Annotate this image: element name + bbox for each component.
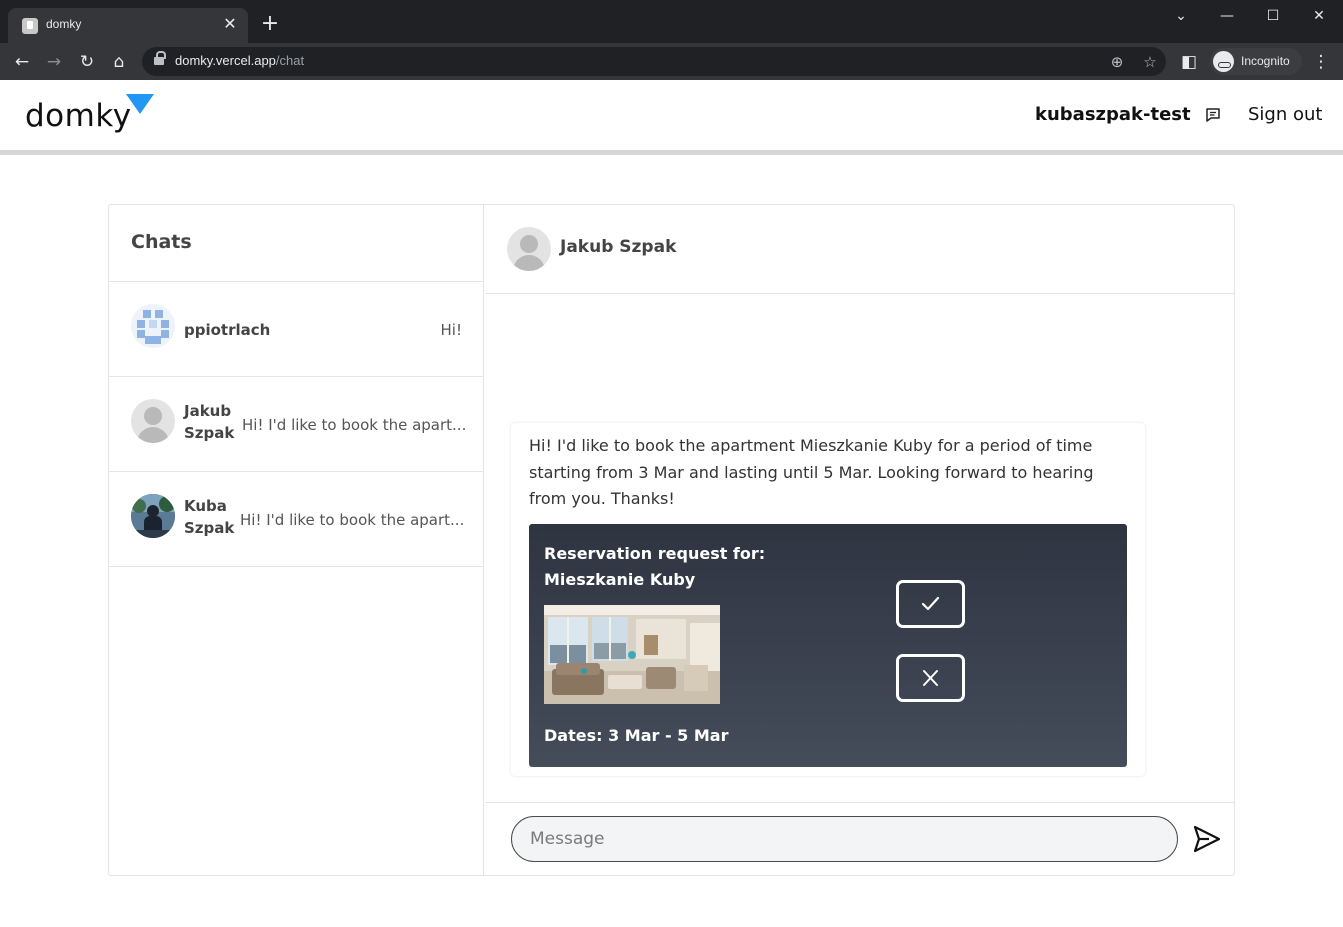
reservation-title: Reservation request for: Mieszkanie Kuby	[544, 541, 765, 593]
chat-item-ppiotrlach[interactable]: ppiotrlach Hi!	[109, 281, 484, 376]
chat-preview: Hi! I'd like to book the apart...	[240, 511, 465, 529]
message-bubble: Hi! I'd like to book the apartment Miesz…	[511, 423, 1145, 776]
zoom-icon[interactable]: ⊕	[1106, 51, 1128, 73]
browser-menu-icon[interactable]: ⋮	[1308, 49, 1334, 75]
reservation-apartment-name: Mieszkanie Kuby	[544, 570, 696, 589]
new-tab-icon[interactable]: +	[258, 12, 282, 36]
url-text: domky.vercel.app/chat	[175, 53, 305, 68]
chat-bubble-icon[interactable]	[1205, 107, 1221, 123]
bookmark-star-icon[interactable]: ☆	[1139, 51, 1161, 73]
chat-preview: Hi!	[440, 321, 462, 339]
window-close-icon[interactable]: ✕	[1296, 4, 1342, 28]
checkmark-icon	[921, 596, 940, 611]
header-divider	[0, 150, 1343, 155]
message-composer	[485, 802, 1234, 875]
accept-reservation-button[interactable]	[896, 580, 965, 628]
chat-sidebar: Chats ppiotrlach Hi! Jakub Szpak Hi! I'd…	[109, 205, 484, 875]
apartment-photo-image	[544, 605, 720, 704]
identicon-icon	[131, 304, 175, 348]
incognito-icon	[1213, 51, 1234, 72]
divider	[109, 566, 484, 567]
chat-name-line2: Szpak	[184, 424, 235, 442]
chat-name: ppiotrlach	[184, 321, 271, 339]
avatar	[131, 494, 175, 538]
reservation-request-card: Reservation request for: Mieszkanie Kuby	[529, 524, 1127, 767]
sign-out-link[interactable]: Sign out	[1248, 104, 1322, 125]
close-icon	[923, 670, 938, 686]
user-photo-icon	[131, 494, 175, 538]
forward-icon[interactable]: →	[41, 49, 67, 75]
tab-title: domky	[46, 17, 82, 31]
decline-reservation-button[interactable]	[896, 654, 965, 702]
username-link[interactable]: kubaszpak-test	[1035, 104, 1191, 125]
browser-tab[interactable]: domky ✕	[8, 8, 248, 43]
minimize-icon[interactable]: —	[1204, 4, 1250, 28]
tab-close-icon[interactable]: ✕	[220, 14, 240, 34]
message-input[interactable]	[511, 816, 1178, 862]
incognito-label: Incognito	[1241, 54, 1290, 68]
logo[interactable]: domky	[25, 98, 132, 134]
send-icon[interactable]	[1192, 824, 1222, 854]
address-bar[interactable]: domky.vercel.app/chat ⊕ ☆	[142, 47, 1166, 76]
conversation-header: Jakub Szpak	[485, 205, 1234, 294]
chat-name-line1: Jakub	[184, 402, 232, 420]
maximize-icon[interactable]: ☐	[1250, 4, 1296, 28]
lock-icon	[154, 51, 166, 67]
browser-tab-bar: domky ✕ + ⌄ — ☐ ✕	[0, 0, 1343, 43]
back-icon[interactable]: ←	[9, 49, 35, 75]
side-panel-icon[interactable]: ◧	[1176, 49, 1202, 75]
reservation-dates: Dates: 3 Mar - 5 Mar	[544, 726, 729, 745]
incognito-badge[interactable]: Incognito	[1210, 48, 1302, 75]
sidebar-title: Chats	[131, 231, 192, 253]
chat-name-line2: Szpak	[184, 519, 235, 537]
logo-triangle-icon	[126, 94, 154, 114]
tab-search-icon[interactable]: ⌄	[1158, 4, 1204, 28]
chat-item-jakub-szpak[interactable]: Jakub Szpak Hi! I'd like to book the apa…	[109, 376, 484, 471]
apartment-photo	[544, 605, 720, 704]
chat-panel: Chats ppiotrlach Hi! Jakub Szpak Hi! I'd…	[108, 204, 1235, 876]
reservation-title-line1: Reservation request for:	[544, 544, 766, 563]
reload-icon[interactable]: ↻	[74, 49, 100, 75]
message-text: Hi! I'd like to book the apartment Miesz…	[529, 436, 1094, 508]
chat-item-kuba-szpak[interactable]: Kuba Szpak Hi! I'd like to book the apar…	[109, 471, 484, 566]
avatar-placeholder-icon	[507, 227, 551, 271]
home-icon[interactable]: ⌂	[106, 49, 132, 75]
favicon-icon	[22, 18, 38, 34]
chat-name-line1: Kuba	[184, 497, 227, 515]
chat-preview: Hi! I'd like to book the apart...	[242, 416, 467, 434]
browser-toolbar: ← → ↻ ⌂ domky.vercel.app/chat ⊕ ☆ ◧ Inco…	[0, 43, 1343, 80]
conversation-contact-name: Jakub Szpak	[560, 237, 677, 257]
app-header: domky kubaszpak-test Sign out	[0, 80, 1343, 151]
avatar-placeholder-icon	[131, 399, 175, 443]
avatar	[131, 304, 175, 348]
